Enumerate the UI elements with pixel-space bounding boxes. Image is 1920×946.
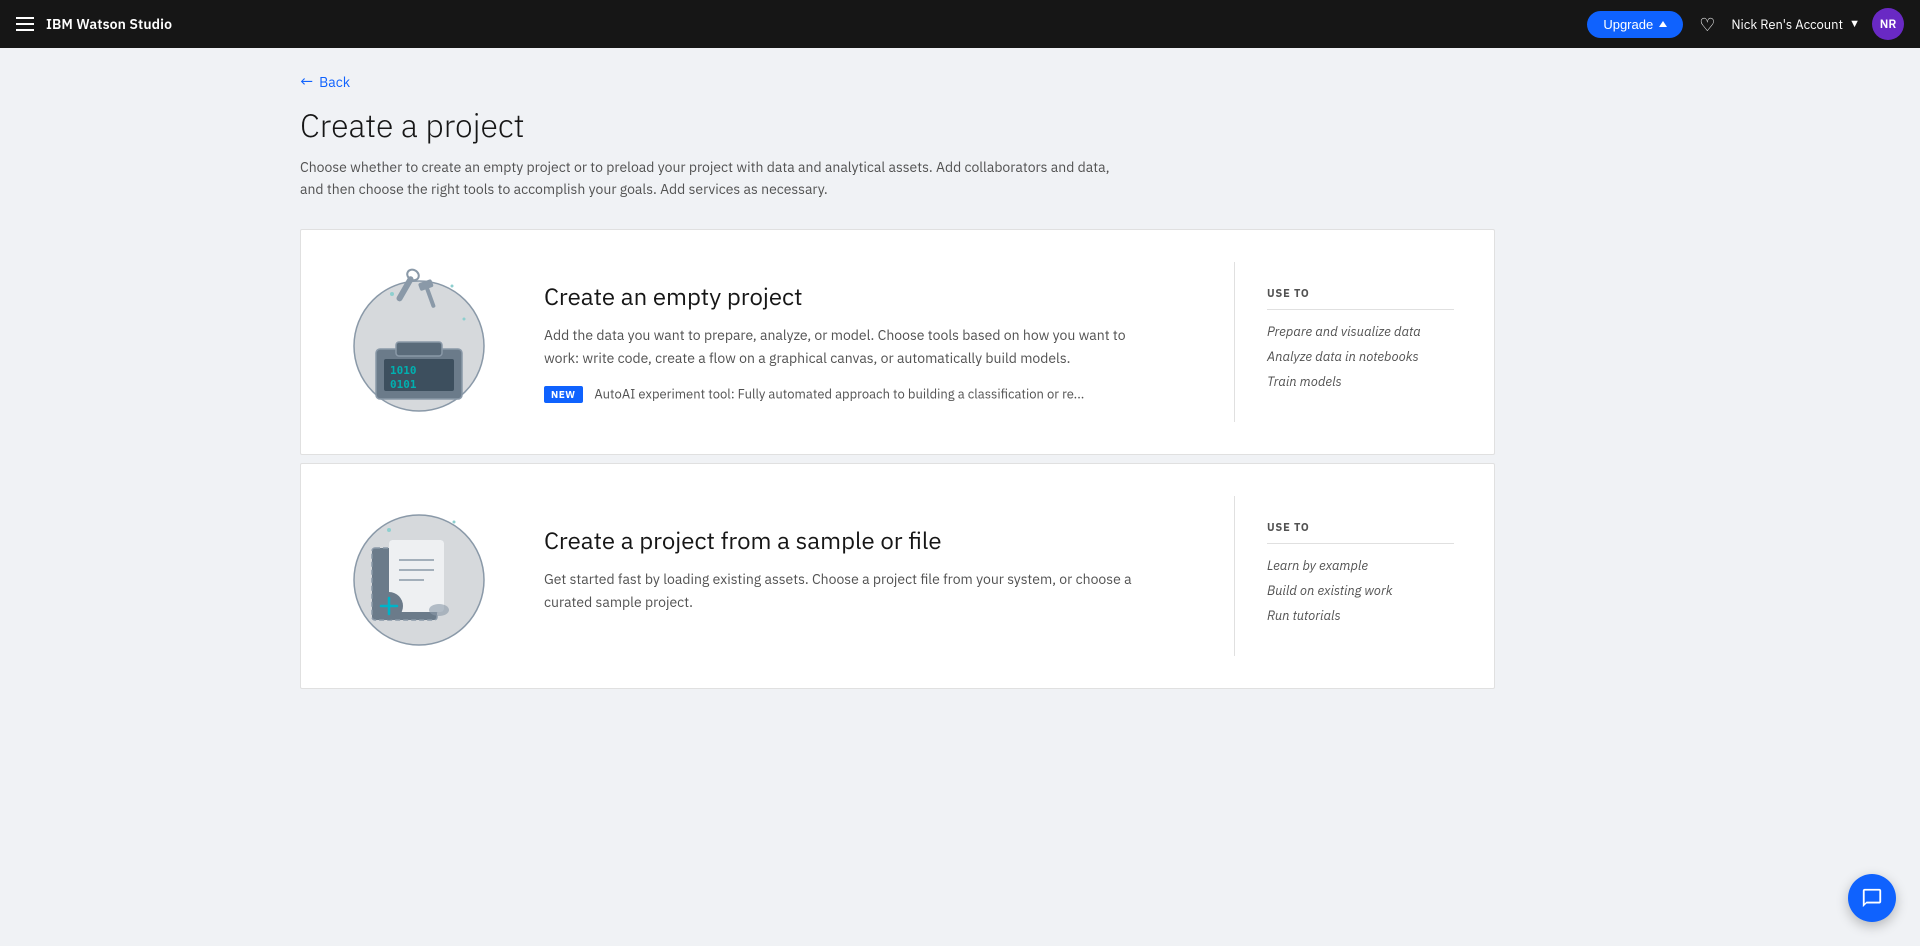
use-to-item: Analyze data in notebooks — [1267, 347, 1454, 368]
page-title: Create a project — [300, 104, 1620, 146]
avatar[interactable]: NR — [1872, 8, 1904, 40]
top-navigation: IBM Watson Studio Upgrade ♡ Nick Ren's A… — [0, 0, 1920, 48]
empty-project-illustration: 1010 0101 — [341, 262, 496, 422]
chevron-down-icon: ▼ — [1849, 17, 1860, 31]
app-title: IBM Watson Studio — [46, 15, 172, 33]
upgrade-label: Upgrade — [1603, 17, 1653, 32]
back-arrow-icon: ← — [300, 72, 313, 92]
use-to-title-1: USE TO — [1267, 287, 1454, 310]
sample-project-card[interactable]: Create a project from a sample or file G… — [300, 463, 1495, 689]
use-to-item: Learn by example — [1267, 556, 1454, 577]
badge-container: NEW AutoAI experiment tool: Fully automa… — [544, 383, 1214, 403]
use-to-item: Build on existing work — [1267, 581, 1454, 602]
empty-project-use-to: USE TO Prepare and visualize data Analyz… — [1234, 262, 1454, 422]
upgrade-arrow-icon — [1659, 21, 1667, 27]
cards-container: 1010 0101 Create an empty project — [300, 229, 1495, 689]
empty-project-card[interactable]: 1010 0101 Create an empty project — [300, 229, 1495, 455]
use-to-item: Prepare and visualize data — [1267, 322, 1454, 343]
notifications-icon[interactable]: ♡ — [1695, 9, 1719, 40]
page-description: Choose whether to create an empty projec… — [300, 156, 1120, 201]
account-selector[interactable]: Nick Ren's Account ▼ — [1731, 16, 1860, 33]
sample-project-body: Create a project from a sample or file G… — [544, 524, 1214, 627]
account-name: Nick Ren's Account — [1731, 16, 1843, 33]
use-to-title-2: USE TO — [1267, 521, 1454, 544]
sample-project-desc: Get started fast by loading existing ass… — [544, 568, 1144, 613]
badge-text: AutoAI experiment tool: Fully automated … — [594, 386, 1084, 403]
chat-fab-button[interactable] — [1848, 874, 1896, 922]
svg-text:1010: 1010 — [390, 364, 417, 377]
upgrade-button[interactable]: Upgrade — [1587, 11, 1683, 38]
page-content: ← Back Create a project Choose whether t… — [260, 48, 1660, 729]
back-link[interactable]: ← Back — [300, 72, 1620, 92]
menu-icon[interactable] — [16, 17, 34, 31]
use-to-item: Run tutorials — [1267, 606, 1454, 627]
empty-project-desc: Add the data you want to prepare, analyz… — [544, 324, 1144, 369]
empty-project-title: Create an empty project — [544, 280, 1214, 312]
empty-project-body: Create an empty project Add the data you… — [544, 280, 1214, 403]
nav-right: Upgrade ♡ Nick Ren's Account ▼ NR — [1587, 8, 1904, 40]
sample-project-use-to: USE TO Learn by example Build on existin… — [1234, 496, 1454, 656]
sample-project-illustration — [341, 496, 496, 656]
back-label: Back — [319, 73, 350, 91]
chat-icon — [1861, 887, 1883, 909]
new-badge: NEW — [544, 386, 583, 403]
svg-text:0101: 0101 — [390, 378, 417, 391]
sample-project-title: Create a project from a sample or file — [544, 524, 1214, 556]
use-to-item: Train models — [1267, 372, 1454, 393]
